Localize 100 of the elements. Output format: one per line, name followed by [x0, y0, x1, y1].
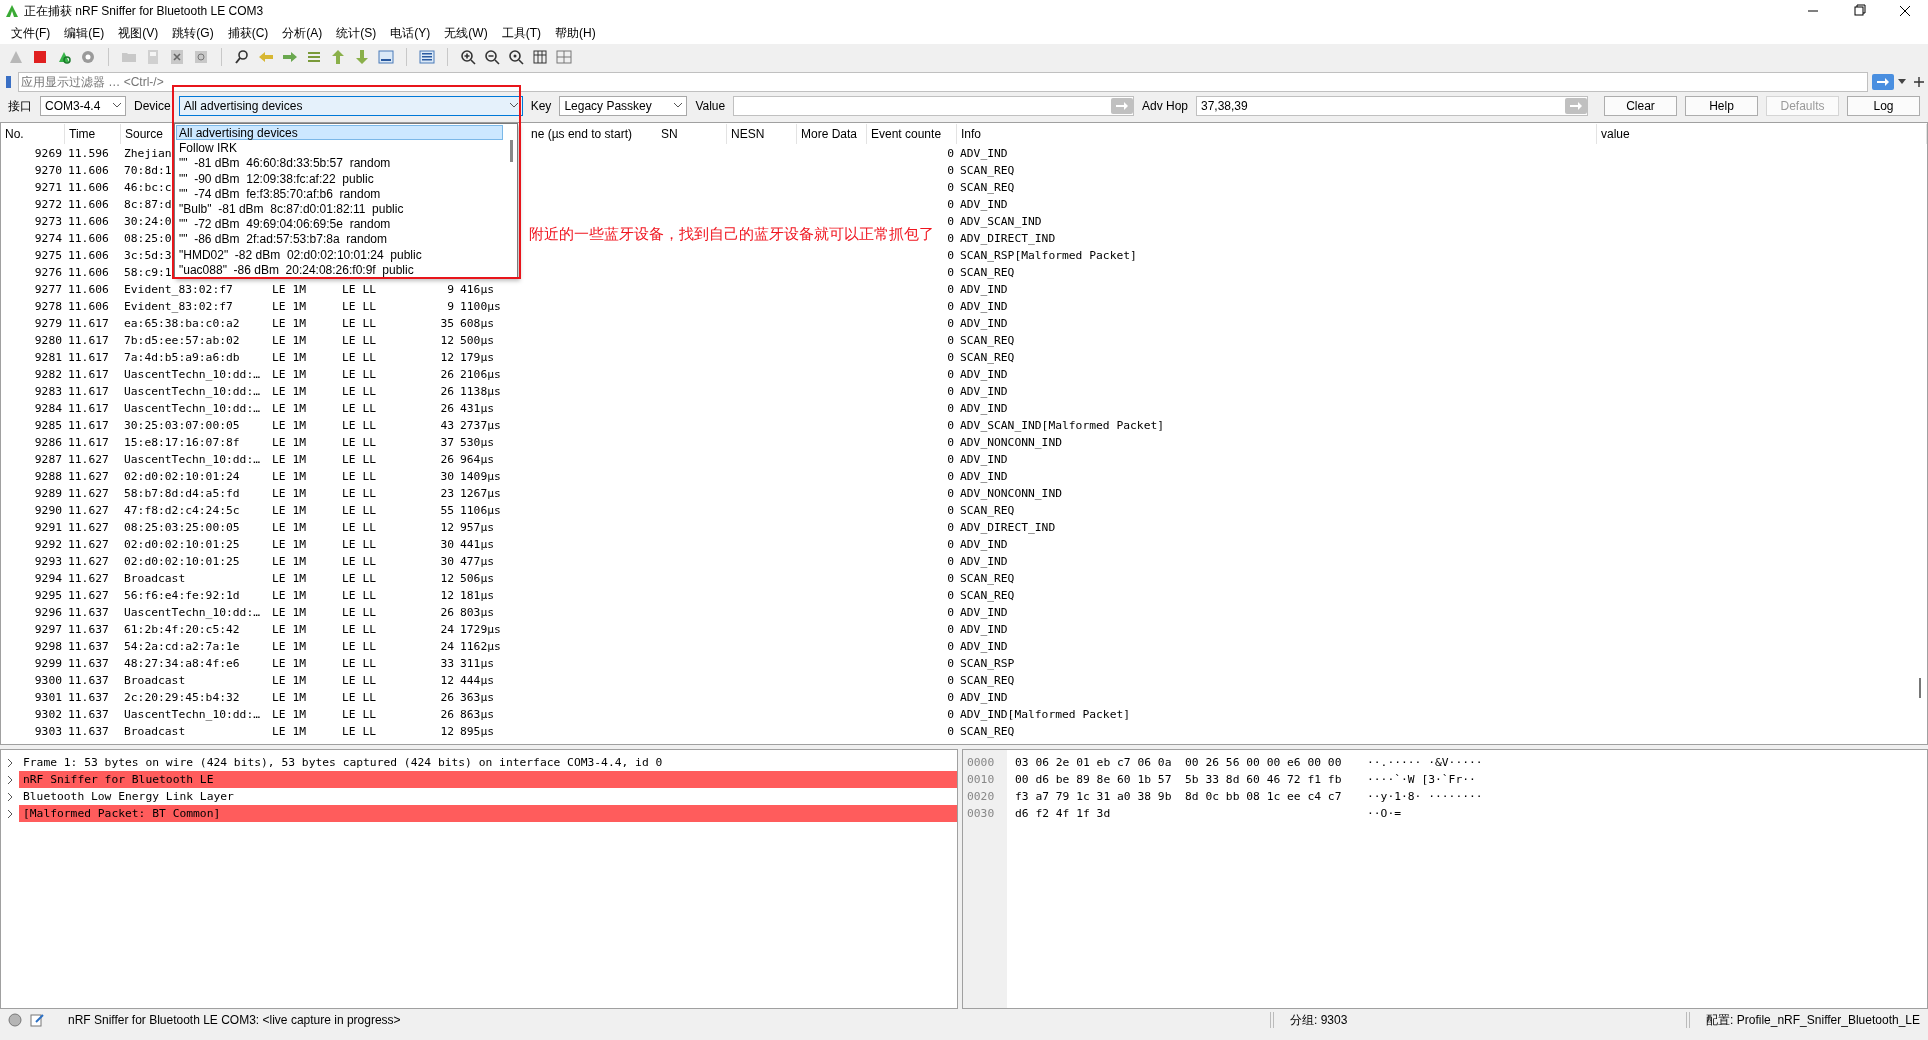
menu-item[interactable]: 帮助(H)	[548, 24, 603, 42]
dropdown-option[interactable]: "" -74 dBm fe:f3:85:70:af:b6 random	[176, 185, 503, 201]
table-cell-text: 1409µs	[459, 469, 502, 485]
menu-item[interactable]: 跳转(G)	[165, 24, 221, 42]
table-cell-text: 48:27:34:a8:4f:e6	[123, 656, 241, 672]
lines-icon[interactable]	[419, 49, 435, 65]
dropdown-option[interactable]: Follow IRK	[176, 140, 503, 156]
table-cell-text: ADV_IND	[959, 197, 1009, 213]
note-icon[interactable]	[30, 1013, 44, 1027]
column-header[interactable]: NESN	[727, 124, 797, 144]
menu-item[interactable]: 统计(S)	[329, 24, 384, 42]
table-cell-text: 11.606	[67, 299, 110, 315]
plus-icon[interactable]	[1914, 76, 1924, 87]
dropdown-option[interactable]: All advertising devices	[176, 125, 503, 141]
interface-dropdown[interactable]: COM3-4.4	[40, 96, 126, 116]
table-cell-text: 37	[439, 435, 455, 451]
close-file-icon[interactable]	[169, 49, 185, 65]
table-cell-text: ADV_IND	[959, 554, 1009, 570]
tree-item[interactable]: nRF Sniffer for Bluetooth LE	[19, 771, 957, 788]
table-cell-text: 0	[946, 231, 955, 247]
menu-item[interactable]: 分析(A)	[275, 24, 330, 42]
offset-label: 0020	[967, 789, 996, 805]
table-cell-text: LE 1M	[271, 639, 307, 655]
table-cell-text: SCAN_REQ	[959, 673, 1016, 689]
column-header[interactable]: Time	[65, 124, 121, 144]
search-icon[interactable]	[234, 49, 250, 65]
field-label: 接口	[8, 98, 32, 115]
menu-item[interactable]: 编辑(E)	[57, 24, 112, 42]
table-cell-text: 11.637	[67, 707, 110, 723]
autoscroll-icon[interactable]	[378, 49, 394, 65]
table-cell-text: 11.637	[67, 673, 110, 689]
table-cell-text: 1106µs	[459, 503, 502, 519]
table-cell-text: Broadcast	[123, 571, 187, 587]
menu-item[interactable]: 电话(Y)	[383, 24, 438, 42]
zoom-in-icon[interactable]	[460, 49, 476, 65]
tree-item[interactable]: [Malformed Packet: BT Common]	[19, 805, 957, 822]
column-header[interactable]: value	[1597, 124, 1927, 144]
table-cell-text: LE LL	[341, 639, 377, 655]
column-header[interactable]: ne (µs end to start)	[527, 124, 636, 144]
table-cell-text: 895µs	[459, 724, 495, 740]
column-header[interactable]: More Data	[797, 124, 867, 144]
field-label: Value	[695, 98, 726, 115]
forward-arrow-icon[interactable]	[282, 49, 298, 65]
toolbar-button[interactable]: Clear	[1604, 96, 1677, 116]
toolbar-button[interactable]: Log	[1847, 96, 1920, 116]
dropdown-option[interactable]: "HMD02" -82 dBm 02:d0:02:10:01:24 public	[176, 246, 503, 262]
layout-icon[interactable]	[556, 49, 572, 65]
column-header[interactable]: Info	[957, 124, 1597, 144]
stop-icon[interactable]	[32, 49, 48, 65]
table-cell-text: ADV_IND	[959, 384, 1009, 400]
table-cell-text: LE 1M	[271, 554, 307, 570]
up-arrow-icon[interactable]	[330, 49, 346, 65]
table-cell-text: 43	[439, 418, 455, 434]
table-cell-text: ADV_IND[Malformed Packet]	[959, 707, 1132, 723]
key-dropdown[interactable]: Legacy Passkey	[559, 96, 688, 116]
menu-item[interactable]: 视图(V)	[111, 24, 166, 42]
column-header[interactable]: Event counte	[867, 124, 957, 144]
table-cell-text: 1729µs	[459, 622, 502, 638]
tree-item[interactable]: Bluetooth Low Energy Link Layer	[19, 788, 957, 805]
filter-field[interactable]: 应用显示过滤器 … <Ctrl-/>	[18, 71, 1868, 92]
scroll-thumb[interactable]	[1919, 678, 1921, 698]
table-cell-text: 9297	[33, 622, 63, 638]
toolbar-button[interactable]: Help	[1685, 96, 1758, 116]
status-text: 分组: 9303	[1290, 1012, 1349, 1029]
dropdown-option[interactable]: "" -90 dBm 12:09:38:fc:af:22 public	[176, 170, 503, 186]
ascii-text: ··y·1·8· ········	[1367, 789, 1483, 805]
table-cell-text: 506µs	[459, 571, 495, 587]
menu-item[interactable]: 无线(W)	[437, 24, 495, 42]
table-cell-text: LE 1M	[271, 401, 307, 417]
column-header[interactable]: No.	[1, 124, 65, 144]
table-cell-text: LE LL	[341, 588, 377, 604]
arrow-icon	[1114, 101, 1129, 111]
table-cell-text: 1100µs	[459, 299, 502, 315]
table-cell-text: ADV_IND	[959, 282, 1009, 298]
zoom-out-icon[interactable]	[484, 49, 500, 65]
table-cell-text: 9302	[33, 707, 63, 723]
table-cell-text: 26	[439, 707, 455, 723]
tree-item[interactable]: Frame 1: 53 bytes on wire (424 bits), 53 bytes captured (424 bits) on interface COM3-4.4, id 0	[19, 754, 957, 771]
menu-item[interactable]: 工具(T)	[494, 24, 548, 42]
table-cell-text: 11.627	[67, 469, 110, 485]
dropdown-option[interactable]: "" -72 dBm 49:69:04:06:69:5e random	[176, 216, 503, 232]
column-header[interactable]: SN	[657, 124, 727, 144]
menu-item[interactable]: 文件(F)	[4, 24, 58, 42]
dropdown-option[interactable]: "" -86 dBm 2f:ad:57:53:b7:8a random	[176, 231, 503, 247]
bookmark-icon[interactable]	[4, 74, 14, 89]
adv-hop-field[interactable]: 37,38,39	[1196, 96, 1588, 116]
table-cell-text: 9282	[33, 367, 63, 383]
table-cell-text: LE LL	[341, 367, 377, 383]
device-dropdown[interactable]: All advertising devices	[178, 96, 523, 116]
caret-icon[interactable]	[1898, 78, 1906, 85]
table-cell-text: UascentTechn_10:dd:…	[123, 707, 262, 723]
menu-item[interactable]: 捕获(C)	[220, 24, 276, 42]
dropdown-option[interactable]: "uac088" -86 dBm 20:24:08:26:f0:9f public	[176, 261, 503, 277]
dropdown-option[interactable]: "Bulb" -81 dBm 8c:87:d0:01:82:11 public	[176, 200, 503, 217]
scroll-thumb[interactable]	[510, 140, 513, 162]
dropdown-option[interactable]: "" -81 dBm 46:60:8d:33:5b:57 random	[176, 155, 503, 171]
table-cell-text: 0	[946, 384, 955, 400]
zoom-reset-icon[interactable]	[508, 49, 524, 65]
down-arrow-icon[interactable]	[354, 49, 370, 65]
value-field[interactable]	[733, 96, 1134, 116]
